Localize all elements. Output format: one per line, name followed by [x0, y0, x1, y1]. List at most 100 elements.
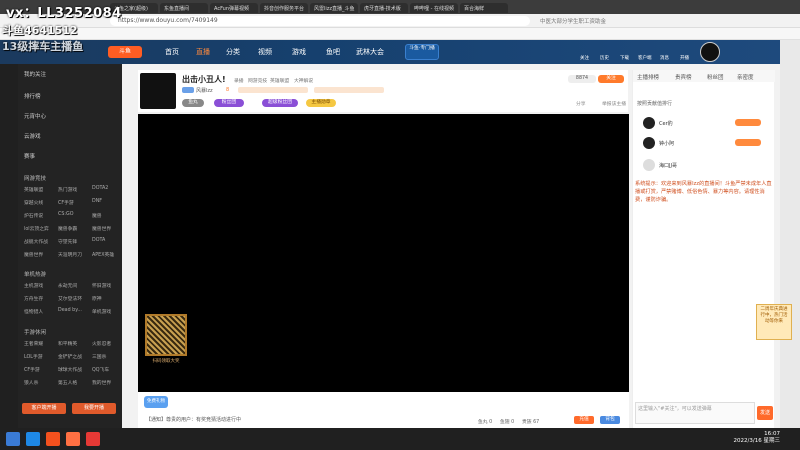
sidebar-game-link[interactable]: QQ飞车 — [92, 366, 109, 373]
chat-input[interactable]: 这里输入"#关注"，可以发送弹幕 — [635, 402, 755, 424]
promo-button[interactable]: 斗鱼·专门播 — [405, 44, 439, 60]
app-icon-1[interactable] — [26, 432, 40, 446]
nav-broadcast[interactable]: 开播 — [680, 55, 689, 61]
sidebar-game-link[interactable]: 怪物猎人 — [24, 308, 43, 315]
search-hint[interactable]: 中医大部分学生职工资助金 — [540, 17, 606, 25]
qr-code-image[interactable] — [145, 314, 187, 356]
sidebar-game-link[interactable]: DNF — [92, 199, 102, 204]
send-button[interactable]: 发送 — [757, 406, 773, 420]
sidebar-game-link[interactable]: CF手游 — [58, 199, 74, 206]
sidebar-game-link[interactable]: 金铲铲之战 — [58, 353, 82, 360]
nav-video[interactable]: 视频 — [258, 47, 272, 57]
backpack-button[interactable]: 背包 — [600, 416, 620, 424]
sidebar-item-follow[interactable]: 我的关注 — [24, 70, 46, 78]
url-input[interactable]: https://www.douyu.com/7409149 — [110, 16, 530, 26]
streamer-name[interactable]: 风暴lzz — [196, 87, 213, 94]
sidebar-game-link[interactable]: 狼人杀 — [24, 379, 38, 386]
nav-home[interactable]: 首页 — [165, 47, 179, 57]
browser-tab[interactable]: AcFun弹幕视频 — [210, 3, 258, 13]
sidebar-game-link[interactable]: 三国杀 — [92, 353, 106, 360]
share-button[interactable]: 分享 — [576, 100, 586, 107]
nav-message[interactable]: 消息 — [660, 55, 669, 61]
client-broadcast-button[interactable]: 客户端开播 — [22, 403, 66, 414]
sidebar-game-link[interactable]: 守望先锋 — [58, 238, 77, 245]
room-tag-3[interactable]: 大神解说 — [294, 77, 313, 84]
badge-superfans[interactable]: 超级粉丝团 — [262, 99, 298, 107]
free-gift-button[interactable]: 免费礼物 — [144, 396, 168, 408]
sidebar-game-link[interactable]: LOL手游 — [24, 353, 43, 360]
sidebar-game-link[interactable]: 王者荣耀 — [24, 340, 43, 347]
list-item[interactable]: 海口JJ哥 — [637, 158, 771, 172]
event-banner-2[interactable] — [314, 87, 384, 93]
browser-tab[interactable]: 百合海鲜 — [460, 3, 508, 13]
sidebar-game-link[interactable]: 原神 — [92, 295, 102, 302]
nav-game[interactable]: 游戏 — [292, 47, 306, 57]
sidebar-item-rank[interactable]: 排行榜 — [24, 92, 41, 100]
sidebar-game-link[interactable]: 我的世界 — [92, 379, 111, 386]
tab-vip[interactable]: 贵宾榜 — [675, 73, 692, 81]
sidebar-game-link[interactable]: 艾尔登法环 — [58, 295, 82, 302]
sidebar-game-link[interactable]: 方舟生存 — [24, 295, 43, 302]
room-tag-0[interactable]: 录播 — [234, 77, 244, 84]
sidebar-game-link[interactable]: 魔兽世界 — [92, 225, 111, 232]
user-avatar[interactable] — [700, 42, 720, 62]
nav-download[interactable]: 下载 — [620, 55, 629, 61]
sidebar-game-link[interactable]: DOTA2 — [92, 186, 108, 191]
sidebar-game-link[interactable]: 第五人格 — [58, 379, 77, 386]
report-button[interactable]: 举报该主播 — [602, 100, 626, 107]
event-banner-1[interactable] — [238, 87, 308, 93]
sidebar-game-link[interactable]: 怀旧游戏 — [92, 282, 111, 289]
nav-category[interactable]: 分类 — [226, 47, 240, 57]
site-logo[interactable]: 斗鱼 — [108, 46, 142, 58]
sidebar-game-link[interactable]: 热门游戏 — [58, 186, 77, 193]
windows-start-icon[interactable] — [6, 432, 20, 446]
sidebar-game-link[interactable]: 魔兽 — [92, 212, 102, 219]
nav-follow[interactable]: 关注 — [580, 55, 589, 61]
sidebar-game-link[interactable]: 单机游戏 — [92, 308, 111, 315]
badge-medal[interactable]: 主播勋章 — [306, 99, 336, 107]
tab-rank[interactable]: 主播排榜 — [637, 73, 659, 81]
nav-yuba[interactable]: 鱼吧 — [326, 47, 340, 57]
room-tag-2[interactable]: 英雄联盟 — [270, 77, 289, 84]
streamer-avatar[interactable] — [140, 73, 176, 109]
page-scrollbar[interactable] — [780, 40, 800, 428]
sidebar-game-link[interactable]: 英雄联盟 — [24, 186, 43, 193]
sidebar-game-link[interactable]: lol云顶之弈 — [24, 225, 49, 232]
sidebar-game-link[interactable]: 天涯明月刀 — [58, 251, 82, 258]
sidebar-item-lantern[interactable]: 元宵中心 — [24, 112, 46, 120]
browser-tab[interactable]: 哔哔哩 - 在线视频 — [410, 3, 458, 13]
sidebar-item-esports[interactable]: 赛事 — [24, 152, 35, 160]
sidebar-game-link[interactable]: 永劫无间 — [58, 282, 77, 289]
nav-live[interactable]: 直播 — [196, 47, 210, 57]
sidebar-game-link[interactable]: 战舰大作战 — [24, 238, 48, 245]
sidebar-game-link[interactable]: 魔兽争霸 — [58, 225, 77, 232]
nav-wulin[interactable]: 武林大会 — [356, 47, 384, 57]
vip-pill[interactable]: 鱼丸 — [182, 99, 204, 107]
sidebar-game-link[interactable]: APEX英雄 — [92, 251, 114, 258]
badge-fans[interactable]: 粉丝团 — [214, 99, 244, 107]
nav-client[interactable]: 客户端 — [638, 55, 652, 61]
sidebar-game-link[interactable]: 炉石传说 — [24, 212, 43, 219]
side-promo[interactable]: 二周年庆典进行中，热门活动等你来 — [756, 304, 792, 340]
browser-tab[interactable]: 虎牙直播-技术版 — [360, 3, 408, 13]
browser-tab[interactable]: 抖音创作服务平台 — [260, 3, 308, 13]
tab-fans[interactable]: 粉丝团 — [707, 73, 724, 81]
sidebar-game-link[interactable]: 火影忍者 — [92, 340, 111, 347]
app-icon-3[interactable] — [66, 432, 80, 446]
browser-tab[interactable]: 风雷lizz直播_斗鱼 — [310, 3, 358, 13]
sidebar-game-link[interactable]: 魔兽世界 — [24, 251, 43, 258]
list-item[interactable]: 钟小阿 — [637, 136, 771, 150]
sidebar-game-link[interactable]: Dead by... — [58, 308, 82, 313]
sidebar-item-cloud[interactable]: 云游戏 — [24, 132, 41, 140]
recharge-button[interactable]: 充值 — [574, 416, 594, 424]
app-icon-2[interactable] — [46, 432, 60, 446]
start-broadcast-button[interactable]: 我要开播 — [72, 403, 116, 414]
room-tag-1[interactable]: 网游竞技 — [248, 77, 267, 84]
list-item[interactable]: Cer豹 — [637, 116, 771, 130]
follow-button[interactable]: 关注 — [598, 75, 624, 83]
video-player[interactable] — [138, 114, 629, 392]
tab-intimacy[interactable]: 亲密度 — [737, 73, 754, 81]
browser-tab[interactable]: 东鱼直播间 — [160, 3, 208, 13]
sidebar-game-link[interactable]: CF手游 — [24, 366, 40, 373]
sidebar-game-link[interactable]: 穿越火线 — [24, 199, 43, 206]
